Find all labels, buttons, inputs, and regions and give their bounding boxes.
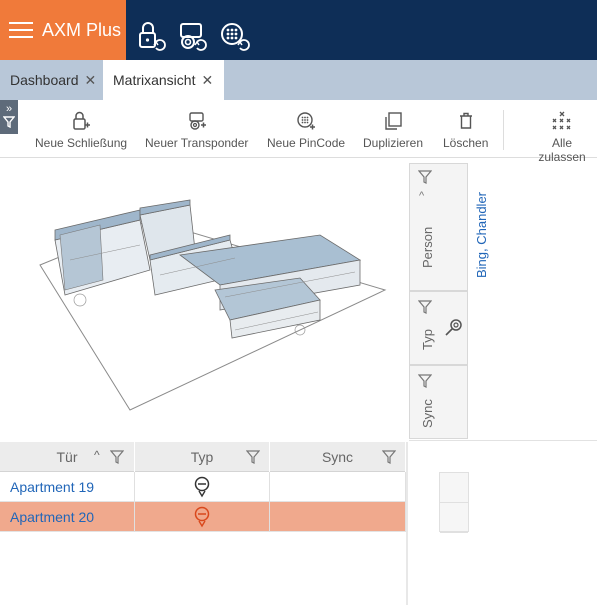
transponder-key-icon [445,319,462,336]
duplicate-icon [385,112,402,130]
allow-all-button[interactable]: Alle zulassen [527,110,597,164]
app-header: AXM Plus [0,0,597,60]
sync-cell [270,502,406,532]
grid-header-tuer-label: Tür [56,449,78,465]
building-illustration [0,160,407,440]
matrix-cells [439,472,469,533]
transponder-sync-icon[interactable] [178,20,208,52]
new-lock-button[interactable]: Neue Schließung [35,110,127,150]
grid-header-row: Tür ^ Typ Sync [0,442,406,472]
matrix-cell[interactable] [440,503,468,533]
column-header-sync[interactable]: Sync [409,365,468,439]
tab-matrixansicht-close-icon[interactable]: ✕ [201,72,213,89]
panel-divider [406,442,408,605]
filter-icon [2,116,16,129]
tab-bar: Dashboard ✕ Matrixansicht ✕ [0,60,597,100]
column-header-typ-label: Typ [420,329,435,350]
filter-icon[interactable] [110,450,124,464]
cylinder-icon [194,506,210,528]
filter-icon[interactable] [246,450,260,464]
column-header-sync-label: Sync [420,399,435,428]
matrix-cell[interactable] [440,473,468,503]
sort-up-icon[interactable]: ^ [94,448,100,462]
expand-chevron-icon: » [5,103,13,115]
app-title: AXM Plus [42,19,122,40]
tab-dashboard[interactable]: Dashboard ✕ [10,60,96,100]
door-grid: Tür ^ Typ Sync Apartment 19 Apartment 20 [0,442,406,532]
tab-matrixansicht-label: Matrixansicht [113,72,196,88]
person-name[interactable]: Bing, Chandler [474,192,489,278]
cylinder-icon [194,476,210,498]
column-header-person-label: Person [420,226,435,268]
column-header-person[interactable]: ^ Person [409,163,468,291]
new-transponder-button[interactable]: Neuer Transponder [145,110,248,150]
grid-header-sync[interactable]: Sync [270,442,406,472]
grid-header-sync-label: Sync [321,449,354,465]
duplicate-label: Duplizieren [363,136,424,150]
table-row[interactable]: Apartment 20 [0,502,406,532]
transponder-add-icon [189,112,206,130]
divider [409,440,597,441]
new-transponder-label: Neuer Transponder [145,136,249,150]
grid-header-typ-label: Typ [190,449,214,465]
table-row[interactable]: Apartment 19 [0,472,406,502]
filter-icon[interactable] [418,374,432,388]
sort-up-icon[interactable]: ^ [419,190,424,202]
door-name[interactable]: Apartment 19 [0,472,135,502]
delete-label: Löschen [443,136,489,150]
toolbar: » Neue Schließung Neuer Transponder Neue… [0,100,597,164]
lock-type-cell [135,502,270,532]
brand-area: AXM Plus [0,0,126,60]
filter-icon[interactable] [418,170,432,184]
sync-cell [270,472,406,502]
duplicate-button[interactable]: Duplizieren [363,110,423,150]
new-pincode-label: Neue PinCode [267,136,346,150]
grid-header-tuer[interactable]: Tür ^ [0,442,135,472]
door-name[interactable]: Apartment 20 [0,502,135,532]
hamburger-menu-icon[interactable] [9,21,33,39]
filter-icon[interactable] [382,450,396,464]
tab-matrixansicht[interactable]: Matrixansicht ✕ [103,60,224,100]
pincode-add-icon [297,112,316,130]
tab-dashboard-label: Dashboard [10,72,79,88]
allow-all-label: Alle zulassen [538,136,586,164]
lock-type-cell [135,472,270,502]
new-pincode-button[interactable]: Neue PinCode [267,110,345,150]
lock-sync-icon[interactable] [136,20,166,52]
trash-icon [459,112,472,129]
person-name-cell[interactable]: Bing, Chandler [468,160,498,290]
delete-button[interactable]: Löschen [443,110,488,150]
new-lock-label: Neue Schließung [35,136,128,150]
pincode-sync-icon[interactable] [220,20,250,52]
grid-header-typ[interactable]: Typ [135,442,270,472]
filter-panel-toggle[interactable]: » [0,100,18,134]
allow-all-icon [552,111,571,130]
lock-add-icon [73,111,91,130]
tab-dashboard-close-icon[interactable]: ✕ [85,72,97,89]
toolbar-separator [503,110,504,150]
filter-icon[interactable] [418,300,432,314]
